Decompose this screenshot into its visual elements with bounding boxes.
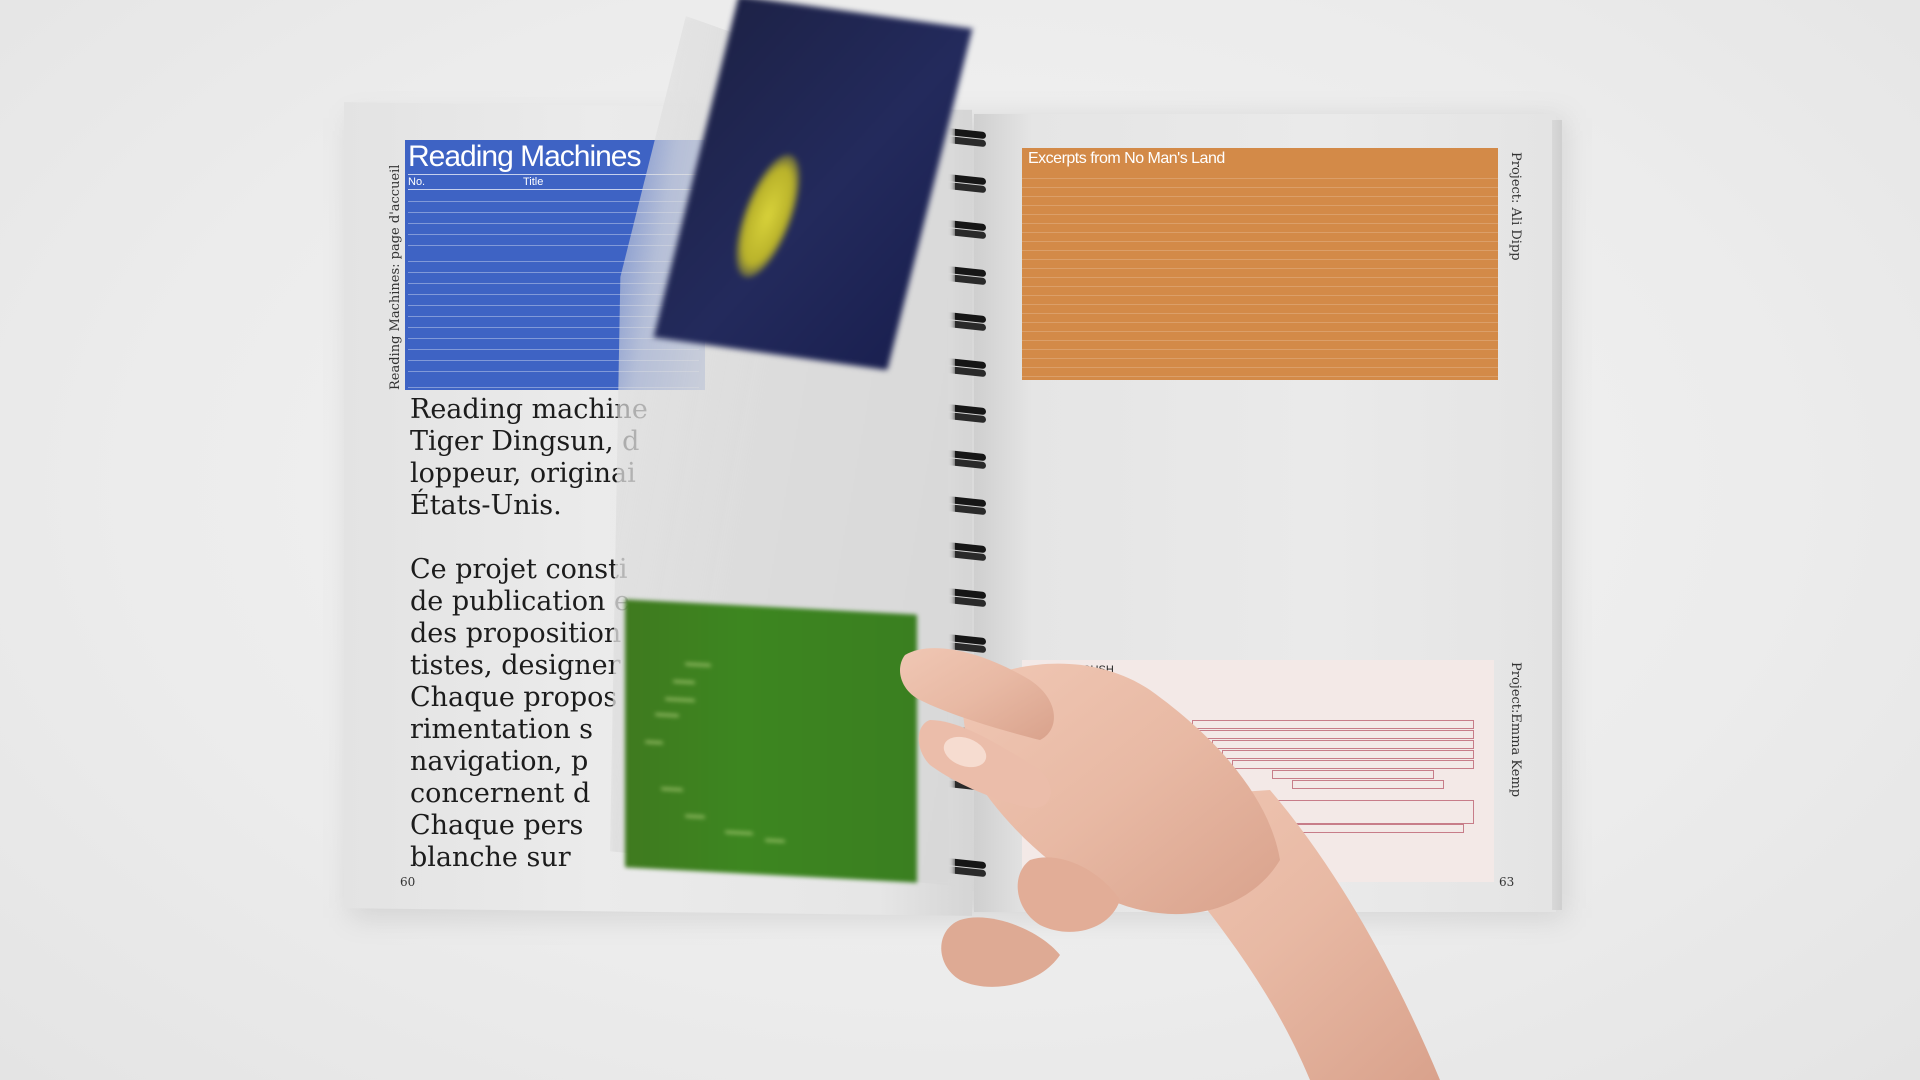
intro-paragraph: Reading machine Tiger Dingsun, d loppeur… (410, 394, 648, 521)
page-number-right: 63 (1499, 875, 1515, 889)
gush-bar (1262, 800, 1474, 824)
page-stack-edge (1552, 120, 1562, 910)
yellow-shape (722, 149, 813, 283)
page-number-left: 60 (400, 875, 416, 889)
photo-scene: Reading Machines No. Title Reading Machi… (0, 0, 1920, 1080)
gush-bar (1192, 720, 1474, 729)
column-title: Title (523, 176, 544, 188)
right-side-label-bottom: Project:Emma Kemp (1508, 662, 1523, 798)
excerpts-panel: Excerpts from No Man's Land (1022, 148, 1498, 380)
column-no: No. (408, 176, 426, 188)
turning-page-green-image (625, 599, 917, 883)
gush-bar (1232, 760, 1474, 769)
gush-bar (1272, 770, 1434, 779)
gush-panel: GUSH (1022, 660, 1494, 882)
gush-bar (1222, 750, 1474, 759)
gush-bar (1122, 824, 1464, 833)
gush-title: GUSH (1082, 664, 1114, 676)
left-side-label: Reading Machines: page d'accueil (388, 164, 403, 390)
reading-machines-title: Reading Machines (408, 140, 641, 173)
gush-bar (1212, 740, 1474, 749)
gush-bars (1062, 720, 1482, 840)
gush-bar (1192, 730, 1474, 739)
excerpts-title: Excerpts from No Man's Land (1028, 150, 1225, 167)
gush-bar (1292, 780, 1444, 789)
excerpts-text-lines (1022, 178, 1498, 380)
right-side-label-top: Project: Ali Dipp (1508, 152, 1523, 261)
